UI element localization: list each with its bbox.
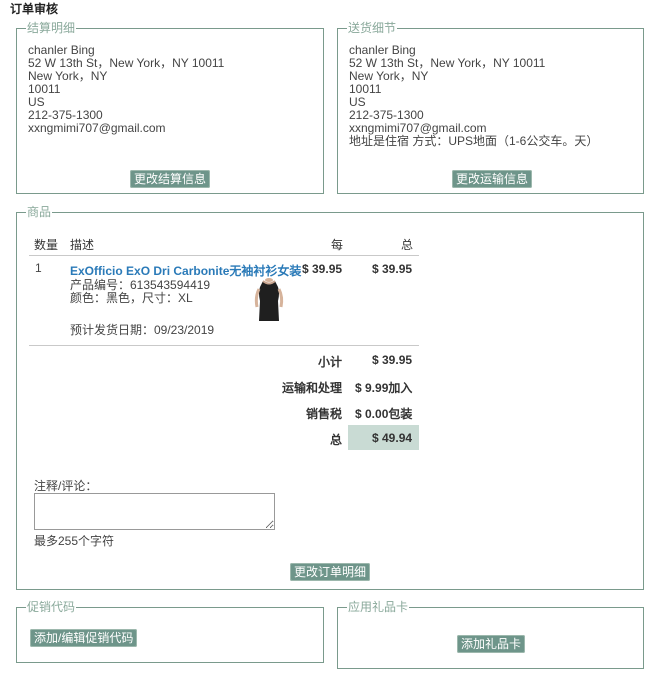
header-divider xyxy=(29,255,419,256)
header-desc: 描述 xyxy=(70,238,95,252)
product-image[interactable] xyxy=(249,277,289,323)
header-each: 每 xyxy=(331,238,344,252)
billing-panel: 结算明细 chanler Bing 52 W 13th St，New York，… xyxy=(16,22,324,194)
products-legend: 商品 xyxy=(27,205,52,219)
billing-zip: 10011 xyxy=(28,82,61,96)
change-shipping-button[interactable]: 更改运输信息 xyxy=(452,170,533,188)
header-qty: 数量 xyxy=(34,238,59,252)
comment-label: 注释/评论： xyxy=(34,479,98,493)
shipping-city: New York，NY xyxy=(349,69,429,83)
char-limit-note: 最多255个字符 xyxy=(34,534,115,548)
items-divider xyxy=(29,345,419,346)
header-total: 总 xyxy=(401,238,414,252)
order-total-label: 总 xyxy=(329,433,342,447)
billing-legend: 结算明细 xyxy=(27,21,76,35)
comment-textarea[interactable] xyxy=(34,493,275,530)
shipping-legend: 送货细节 xyxy=(348,21,397,35)
giftcard-panel: 应用礼品卡 添加礼品卡 xyxy=(337,601,644,669)
promo-panel: 促销代码 添加/编辑促销代码 xyxy=(16,601,324,663)
shipping-method: 地址是住宿 方式：UPS地面（1-6公交车。天） xyxy=(349,134,599,148)
sales-tax-label: 销售税 xyxy=(305,407,342,421)
add-giftcard-button[interactable]: 添加礼品卡 xyxy=(457,635,526,653)
change-order-button[interactable]: 更改订单明细 xyxy=(290,563,371,581)
billing-address: chanler Bing 52 W 13th St，New York，NY 10… xyxy=(28,44,224,135)
subtotal-value: $ 39.95 xyxy=(372,353,413,367)
giftcard-legend: 应用礼品卡 xyxy=(348,600,409,614)
shipping-panel: 送货细节 chanler Bing 52 W 13th St，New York，… xyxy=(337,22,644,194)
shipping-handling-value: $ 9.99加入 xyxy=(355,381,413,395)
promo-legend: 促销代码 xyxy=(27,600,76,614)
item-each-price: $ 39.95 xyxy=(302,262,343,276)
page-title: 订单审核 xyxy=(10,2,59,16)
products-panel: 商品 数量 描述 每 总 1 ExOfficio ExO Dri Carboni… xyxy=(16,206,644,590)
item-total-price: $ 39.95 xyxy=(372,262,413,276)
item-qty: 1 xyxy=(35,261,42,275)
shipping-zip: 10011 xyxy=(349,82,382,96)
product-ship-date: 预计发货日期：09/23/2019 xyxy=(70,323,215,337)
shipping-address: chanler Bing 52 W 13th St，New York，NY 10… xyxy=(349,44,598,148)
billing-email: xxngmimi707@gmail.com xyxy=(28,121,166,135)
product-variant: 颜色：黑色，尺寸：XL xyxy=(70,291,193,305)
shipping-handling-label: 运输和处理 xyxy=(281,381,342,395)
edit-promo-button[interactable]: 添加/编辑促销代码 xyxy=(30,629,138,647)
order-total-value: $ 49.94 xyxy=(372,431,413,445)
change-billing-button[interactable]: 更改结算信息 xyxy=(130,170,211,188)
sales-tax-value: $ 0.00包装 xyxy=(355,407,413,421)
subtotal-label: 小计 xyxy=(317,355,342,369)
